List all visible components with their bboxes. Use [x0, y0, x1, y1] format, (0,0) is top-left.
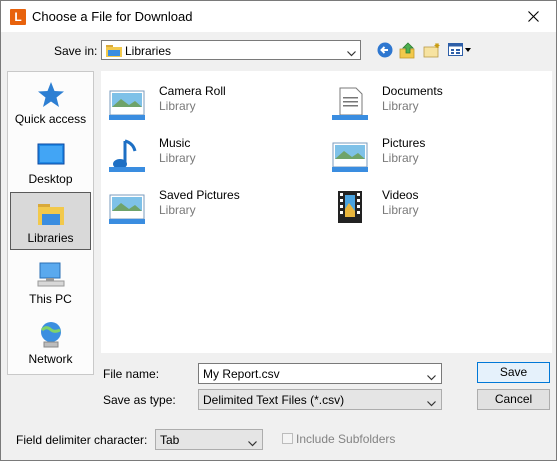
- back-button[interactable]: [375, 40, 395, 60]
- place-label: This PC: [29, 292, 72, 306]
- document-library-icon: [332, 87, 368, 120]
- place-label: Network: [28, 352, 73, 366]
- item-name: Pictures: [382, 136, 426, 150]
- chevron-down-icon[interactable]: [427, 370, 436, 384]
- list-item-camera-roll[interactable]: Camera Roll Library: [101, 81, 301, 125]
- include-subfolders-checkbox[interactable]: [282, 433, 293, 444]
- new-folder-button[interactable]: [422, 40, 442, 60]
- network-icon: [40, 322, 61, 348]
- list-item-saved-pictures[interactable]: Saved Pictures Library: [101, 185, 301, 229]
- save-as-type-dropdown[interactable]: Delimited Text Files (*.csv): [198, 389, 442, 410]
- item-type: Library: [159, 151, 196, 165]
- desktop-icon: [37, 143, 64, 165]
- close-button[interactable]: [511, 1, 556, 32]
- picture-library-icon: [109, 194, 145, 224]
- app-icon: L: [10, 9, 26, 25]
- file-name-input[interactable]: My Report.csv: [203, 367, 280, 381]
- save-as-type-value: Delimited Text Files (*.csv): [203, 393, 345, 407]
- music-icon: [109, 139, 145, 172]
- field-delimiter-label: Field delimiter character:: [16, 433, 148, 447]
- chevron-down-icon: [347, 46, 356, 60]
- list-item-pictures[interactable]: Pictures Library: [324, 133, 524, 177]
- item-name: Camera Roll: [159, 84, 226, 98]
- item-name: Saved Pictures: [159, 188, 240, 202]
- save-button[interactable]: Save: [477, 362, 550, 383]
- star-icon: [37, 82, 64, 107]
- save-in-dropdown[interactable]: Libraries: [101, 40, 361, 60]
- places-bar: Quick access Desktop Libraries This PC N…: [7, 71, 94, 375]
- close-icon: [528, 11, 539, 22]
- cancel-button[interactable]: Cancel: [477, 389, 550, 410]
- field-delimiter-dropdown[interactable]: Tab: [155, 429, 263, 450]
- field-delimiter-value: Tab: [160, 433, 180, 447]
- include-subfolders-label: Include Subfolders: [296, 432, 396, 446]
- place-label: Quick access: [14, 112, 87, 126]
- up-folder-icon: [399, 42, 415, 59]
- computer-icon: [37, 262, 64, 287]
- file-dialog: L Choose a File for Download Save in: Li…: [0, 0, 557, 461]
- list-item-videos[interactable]: Videos Library: [324, 185, 524, 229]
- item-name: Music: [159, 136, 191, 150]
- place-desktop[interactable]: Desktop: [10, 134, 91, 192]
- dialog-title: Choose a File for Download: [32, 9, 193, 24]
- save-in-label: Save in:: [54, 44, 98, 58]
- file-list: Camera Roll Library Documents Library Mu…: [101, 71, 552, 353]
- place-label: Libraries: [27, 231, 74, 245]
- view-menu-icon: [448, 43, 471, 56]
- file-name-combo[interactable]: My Report.csv: [198, 363, 442, 384]
- place-libraries[interactable]: Libraries: [10, 192, 91, 250]
- item-type: Library: [159, 203, 196, 217]
- place-network[interactable]: Network: [10, 314, 91, 372]
- place-this-pc[interactable]: This PC: [10, 254, 91, 312]
- item-type: Library: [382, 203, 419, 217]
- place-label: Desktop: [28, 172, 73, 186]
- view-menu-button[interactable]: [447, 40, 473, 60]
- video-library-icon: [338, 191, 362, 223]
- libraries-icon: [37, 204, 64, 225]
- title-bar: L Choose a File for Download: [1, 1, 556, 32]
- libraries-folder-icon: [106, 44, 122, 60]
- item-type: Library: [382, 99, 419, 113]
- back-icon: [377, 42, 393, 58]
- new-folder-icon: [423, 43, 440, 58]
- item-type: Library: [159, 99, 196, 113]
- list-item-documents[interactable]: Documents Library: [324, 81, 524, 125]
- picture-library-icon: [332, 142, 368, 172]
- file-name-label: File name:: [103, 367, 160, 381]
- chevron-down-icon: [427, 396, 436, 410]
- item-name: Videos: [382, 188, 419, 202]
- picture-library-icon: [109, 90, 145, 120]
- save-as-type-label: Save as type:: [103, 393, 176, 407]
- save-in-value: Libraries: [125, 44, 172, 58]
- up-folder-button[interactable]: [398, 40, 418, 60]
- chevron-down-icon: [248, 436, 257, 450]
- list-item-music[interactable]: Music Library: [101, 133, 301, 177]
- item-name: Documents: [382, 84, 443, 98]
- item-type: Library: [382, 151, 419, 165]
- place-quick-access[interactable]: Quick access: [10, 74, 91, 132]
